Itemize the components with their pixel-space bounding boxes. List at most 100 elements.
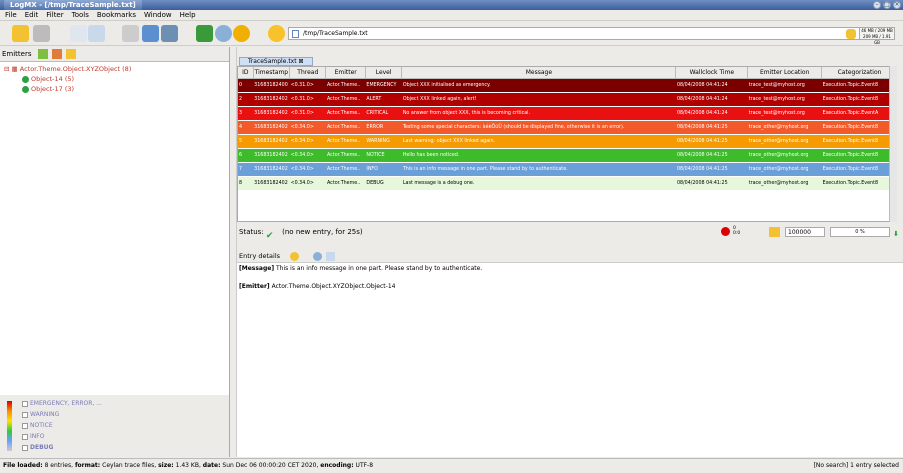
table-row[interactable]: 3 31683182402 <0.31.0> Actor.Theme.. CRITICA… bbox=[238, 106, 896, 121]
col-emitter-location[interactable]: Emitter Location bbox=[747, 67, 823, 79]
footer-format: Ceylan trace files, bbox=[102, 462, 157, 469]
open-file-icon[interactable] bbox=[12, 25, 29, 42]
checkbox-icon[interactable] bbox=[22, 422, 28, 429]
checkbox-icon[interactable] bbox=[22, 411, 28, 418]
tree-collapse-icon[interactable] bbox=[51, 49, 62, 59]
menu-file[interactable]: File bbox=[5, 10, 17, 20]
timer-icon[interactable] bbox=[215, 25, 232, 42]
table-cell-emitter: Actor.Theme.. bbox=[325, 176, 366, 191]
table-row[interactable]: 7 31683182402 <0.34.0> Actor.Theme.. INFO Thi… bbox=[238, 162, 896, 177]
table-row[interactable]: 4 31683182402 <0.34.0> Actor.Theme.. ERROR Te… bbox=[238, 120, 896, 135]
table-row[interactable]: 5 31683182402 <0.34.0> Actor.Theme.. WARNING… bbox=[238, 134, 896, 149]
col-message[interactable]: Message bbox=[401, 67, 677, 79]
table-cell-id: 2 bbox=[238, 92, 254, 107]
col-timestamp[interactable]: Timestamp bbox=[253, 67, 291, 79]
details-search-icon[interactable] bbox=[313, 251, 323, 261]
table-cell-msg: Object XXX initialised as emergency. bbox=[401, 78, 676, 93]
table-row[interactable]: 8 31683182402 <0.34.0> Actor.Theme.. DEBUG La… bbox=[238, 176, 896, 191]
entry-details-title: Entry details bbox=[239, 252, 281, 260]
table-scrollbar[interactable] bbox=[889, 66, 897, 222]
table-cell-thread: <0.34.0> bbox=[289, 162, 326, 177]
table-cell-loc: trace_other@myhost.org bbox=[747, 176, 822, 191]
checkbox-icon[interactable] bbox=[22, 400, 28, 407]
col-emitter[interactable]: Emitter bbox=[325, 67, 366, 79]
table-cell-id: 6 bbox=[238, 148, 254, 163]
table-cell-thread: <0.31.0> bbox=[289, 92, 326, 107]
table-cell-msg: No answer from object XXX, this is becom… bbox=[401, 106, 676, 121]
table-cell-msg: This is an info message in one part. Ple… bbox=[401, 162, 676, 177]
filter-icon[interactable] bbox=[122, 25, 139, 42]
panel-splitter[interactable] bbox=[230, 47, 237, 457]
table-cell-level: NOTICE bbox=[365, 148, 402, 163]
level-filter-debug[interactable]: DEBUG bbox=[22, 444, 53, 451]
detail-message-label: [Message] bbox=[239, 265, 275, 272]
error-icon[interactable] bbox=[721, 227, 730, 236]
checkbox-icon[interactable] bbox=[22, 433, 28, 440]
table-cell-wall: 08/04/2008 04:41:25 bbox=[675, 120, 748, 135]
close-icon[interactable]: × bbox=[893, 1, 901, 9]
table-row[interactable]: 2 31683182402 <0.31.0> Actor.Theme.. ALERT Ob… bbox=[238, 92, 896, 107]
table-cell-ts: 31683182402 bbox=[253, 162, 290, 177]
table-cell-cat: Execution.Topic.Event8 bbox=[821, 78, 896, 93]
col-thread[interactable]: Thread bbox=[289, 67, 327, 79]
refresh-icon[interactable] bbox=[33, 25, 50, 42]
checkbox-icon[interactable] bbox=[22, 444, 28, 451]
tree-item[interactable]: Object-14 (5) bbox=[4, 74, 225, 84]
limit-icon[interactable] bbox=[769, 227, 780, 237]
auto-refresh-icon[interactable] bbox=[196, 25, 213, 42]
download-icon[interactable]: ⬇ bbox=[893, 226, 902, 238]
level-filter-notice[interactable]: NOTICE bbox=[22, 422, 53, 429]
maximize-icon[interactable]: □ bbox=[883, 1, 891, 9]
grid-icon[interactable] bbox=[161, 25, 178, 42]
folder-icon[interactable] bbox=[846, 29, 856, 39]
menu-tools[interactable]: Tools bbox=[72, 10, 89, 20]
level-label: NOTICE bbox=[30, 422, 53, 429]
max-entries-field[interactable]: 100000 bbox=[785, 227, 825, 237]
tree-expand-icon[interactable] bbox=[37, 49, 48, 59]
settings-icon[interactable] bbox=[268, 25, 285, 42]
table-cell-emitter: Actor.Theme.. bbox=[325, 92, 366, 107]
level-filter-warning[interactable]: WARNING bbox=[22, 411, 59, 418]
tree-item[interactable]: Object-17 (3) bbox=[4, 84, 225, 94]
menu-edit[interactable]: Edit bbox=[25, 10, 39, 20]
col-id[interactable]: ID bbox=[238, 67, 254, 79]
tree-root[interactable]: ⊟ ▦ Actor.Theme.Object.XYZObject (8) bbox=[4, 64, 225, 74]
tree-settings-icon[interactable] bbox=[66, 49, 77, 59]
table-cell-emitter: Actor.Theme.. bbox=[325, 134, 366, 149]
table-row[interactable]: 0 31683182400 <0.31.0> Actor.Theme.. EMERGEN… bbox=[238, 78, 896, 93]
minimize-icon[interactable]: – bbox=[873, 1, 881, 9]
menu-help[interactable]: Help bbox=[180, 10, 196, 20]
menu-filter[interactable]: Filter bbox=[46, 10, 63, 20]
tab-close-icon[interactable]: ⊠ bbox=[299, 58, 304, 65]
memory-indicator: 46 MB / 209 MB 209 MB / 1.91 GB bbox=[859, 27, 895, 45]
col-level[interactable]: Level bbox=[365, 67, 403, 79]
table-row[interactable]: 6 31683182402 <0.34.0> Actor.Theme.. NOTICE H… bbox=[238, 148, 896, 163]
calendar-icon[interactable] bbox=[142, 25, 159, 42]
table-cell-loc: trace_other@myhost.org bbox=[747, 148, 822, 163]
footer-loaded: 8 entries, bbox=[44, 462, 74, 469]
table-cell-wall: 08/04/2008 04:41:25 bbox=[675, 176, 748, 191]
search-icon[interactable] bbox=[88, 25, 105, 42]
tab-label: TraceSample.txt bbox=[248, 58, 297, 65]
emitter-icon bbox=[22, 75, 29, 83]
col-wallclock[interactable]: Wallclock Time bbox=[675, 67, 749, 79]
menu-bookmarks[interactable]: Bookmarks bbox=[97, 10, 136, 20]
menu-window[interactable]: Window bbox=[144, 10, 172, 20]
table-cell-emitter: Actor.Theme.. bbox=[325, 148, 366, 163]
file-path-field[interactable]: /tmp/TraceSample.txt bbox=[288, 27, 870, 40]
details-settings-icon[interactable] bbox=[290, 251, 300, 261]
detail-message-text: This is an info message in one part. Ple… bbox=[276, 265, 483, 272]
table-cell-wall: 08/04/2008 04:41:24 bbox=[675, 106, 748, 121]
level-filter-emergency[interactable]: EMERGENCY, ERROR, ... bbox=[22, 400, 102, 407]
level-filter-info[interactable]: INFO bbox=[22, 433, 44, 440]
detail-emitter-text: Actor.Theme.Object.XYZObject.Object-14 bbox=[271, 283, 396, 290]
col-categorization[interactable]: Categorization bbox=[821, 67, 896, 79]
copy-icon[interactable] bbox=[70, 25, 87, 42]
table-cell-loc: trace_test@myhost.org bbox=[747, 78, 822, 93]
merge-icon[interactable] bbox=[233, 25, 250, 42]
table-cell-thread: <0.34.0> bbox=[289, 134, 326, 149]
details-copy-icon[interactable] bbox=[326, 251, 336, 261]
tab-tracesample[interactable]: TraceSample.txt ⊠ bbox=[239, 57, 313, 66]
table-cell-msg: Hello has been noticed. bbox=[401, 148, 676, 163]
footer-size-label: size: bbox=[158, 462, 174, 469]
